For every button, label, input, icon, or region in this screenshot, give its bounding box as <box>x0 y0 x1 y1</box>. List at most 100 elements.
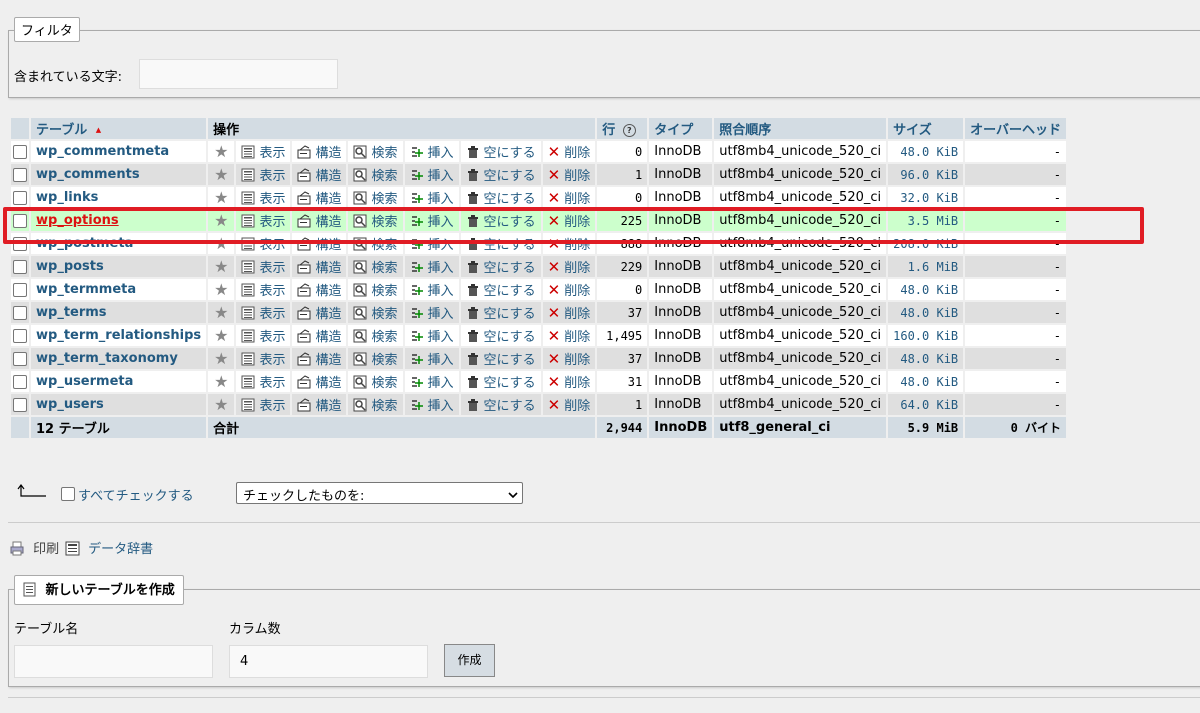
search-action[interactable]: 検索 <box>353 329 398 345</box>
browse-action[interactable]: 表示 <box>241 168 285 184</box>
search-action[interactable]: 検索 <box>353 352 398 368</box>
search-action[interactable]: 検索 <box>353 306 398 322</box>
create-button[interactable]: 作成 <box>444 644 495 677</box>
structure-action[interactable]: 構造 <box>297 168 341 184</box>
table-size[interactable]: 48.0 KiB <box>888 141 964 162</box>
insert-action[interactable]: 挿入 <box>410 284 454 299</box>
row-checkbox[interactable] <box>13 190 27 205</box>
table-name-link[interactable]: wp_users <box>36 397 104 412</box>
drop-action[interactable]: ✕ 削除 <box>548 281 591 299</box>
table-size[interactable]: 48.0 KiB <box>888 279 964 300</box>
drop-action[interactable]: ✕ 削除 <box>548 304 591 322</box>
structure-action[interactable]: 構造 <box>297 329 341 345</box>
empty-action[interactable]: 空にする <box>466 284 536 299</box>
search-action[interactable]: 検索 <box>353 260 398 276</box>
table-row[interactable]: wp_termmeta ★ 表示 構造 検索 挿入 空にする ✕ 削除 0 InnoDB utf8mb… <box>11 279 1067 300</box>
table-row[interactable]: wp_comments ★ 表示 構造 検索 挿入 空にする ✕ 削除 1 InnoDB utf8mb… <box>11 164 1067 185</box>
search-action[interactable]: 検索 <box>353 191 398 207</box>
help-icon[interactable]: ? <box>622 124 636 137</box>
empty-action[interactable]: 空にする <box>466 261 536 276</box>
structure-action[interactable]: 構造 <box>297 352 341 368</box>
table-name-link[interactable]: wp_terms <box>36 305 107 320</box>
table-name-link[interactable]: wp_termmeta <box>36 282 136 297</box>
insert-action[interactable]: 挿入 <box>410 146 454 161</box>
browse-action[interactable]: 表示 <box>241 375 285 391</box>
table-name-link[interactable]: wp_term_relationships <box>36 328 201 343</box>
row-checkbox[interactable] <box>13 282 27 297</box>
table-name-link[interactable]: wp_posts <box>36 259 104 274</box>
table-row[interactable]: wp_posts ★ 表示 構造 検索 挿入 空にする ✕ 削除 229 InnoDB utf8mb4… <box>11 256 1067 277</box>
table-size[interactable]: 48.0 KiB <box>888 371 964 392</box>
table-row[interactable]: wp_term_relationships ★ 表示 構造 検索 挿入 空にする ✕ 削除 1,4… <box>11 325 1067 346</box>
table-size[interactable]: 64.0 KiB <box>888 394 964 415</box>
structure-action[interactable]: 構造 <box>297 145 341 161</box>
table-size[interactable]: 1.6 MiB <box>888 256 964 277</box>
table-row[interactable]: wp_commentmeta ★ 表示 構造 検索 挿入 空にする ✕ 削除 0 InnoDB utf… <box>11 141 1067 162</box>
table-row[interactable]: wp_term_taxonomy ★ 表示 構造 検索 挿入 空にする ✕ 削除 37 InnoDB… <box>11 348 1067 369</box>
drop-action[interactable]: ✕ 削除 <box>548 373 591 391</box>
row-checkbox[interactable] <box>13 397 27 412</box>
drop-action[interactable]: ✕ 削除 <box>548 350 591 368</box>
table-name-link[interactable]: wp_commentmeta <box>36 144 169 159</box>
table-row[interactable]: wp_usermeta ★ 表示 構造 検索 挿入 空にする ✕ 削除 31 InnoDB utf8m… <box>11 371 1067 392</box>
empty-action[interactable]: 空にする <box>466 376 536 391</box>
row-checkbox[interactable] <box>13 351 27 366</box>
table-size[interactable]: 32.0 KiB <box>888 187 964 208</box>
favorite-star-icon[interactable]: ★ <box>214 349 228 368</box>
column-count-input[interactable]: 4 <box>229 645 428 678</box>
search-action[interactable]: 検索 <box>353 375 398 391</box>
favorite-star-icon[interactable]: ★ <box>214 395 228 414</box>
empty-action[interactable]: 空にする <box>466 307 536 322</box>
favorite-star-icon[interactable]: ★ <box>214 372 228 391</box>
table-size[interactable]: 96.0 KiB <box>888 164 964 185</box>
table-row[interactable]: wp_terms ★ 表示 構造 検索 挿入 空にする ✕ 削除 37 InnoDB utf8mb4_… <box>11 302 1067 323</box>
favorite-star-icon[interactable]: ★ <box>214 188 228 207</box>
empty-action[interactable]: 空にする <box>466 353 536 368</box>
data-dict-link[interactable]: データ辞書 <box>65 538 153 560</box>
row-checkbox[interactable] <box>13 167 27 182</box>
header-table[interactable]: テーブル ▲ <box>31 118 207 139</box>
empty-action[interactable]: 空にする <box>466 192 536 207</box>
row-checkbox[interactable] <box>13 305 27 320</box>
favorite-star-icon[interactable]: ★ <box>214 142 228 161</box>
drop-action[interactable]: ✕ 削除 <box>548 327 591 345</box>
search-action[interactable]: 検索 <box>353 398 398 414</box>
browse-action[interactable]: 表示 <box>241 145 285 161</box>
structure-action[interactable]: 構造 <box>297 306 341 322</box>
structure-action[interactable]: 構造 <box>297 283 341 299</box>
table-size[interactable]: 48.0 KiB <box>888 302 964 323</box>
table-size[interactable]: 48.0 KiB <box>888 348 964 369</box>
favorite-star-icon[interactable]: ★ <box>214 165 228 184</box>
table-name-link[interactable]: wp_links <box>36 190 98 205</box>
browse-action[interactable]: 表示 <box>241 260 285 276</box>
print-link[interactable]: 印刷 <box>10 538 59 560</box>
insert-action[interactable]: 挿入 <box>410 261 454 276</box>
row-checkbox[interactable] <box>13 144 27 159</box>
insert-action[interactable]: 挿入 <box>410 399 454 414</box>
search-action[interactable]: 検索 <box>353 168 398 184</box>
drop-action[interactable]: ✕ 削除 <box>548 396 591 414</box>
empty-action[interactable]: 空にする <box>466 169 536 184</box>
drop-action[interactable]: ✕ 削除 <box>548 143 591 161</box>
header-type[interactable]: タイプ <box>649 118 713 139</box>
header-collation[interactable]: 照合順序 <box>714 118 887 139</box>
table-name-input[interactable] <box>14 645 213 678</box>
table-name-link[interactable]: wp_comments <box>36 167 140 182</box>
header-rows[interactable]: 行 ? <box>597 118 648 139</box>
table-size[interactable]: 160.0 KiB <box>888 325 964 346</box>
browse-action[interactable]: 表示 <box>241 306 285 322</box>
empty-action[interactable]: 空にする <box>466 399 536 414</box>
favorite-star-icon[interactable]: ★ <box>214 257 228 276</box>
browse-action[interactable]: 表示 <box>241 352 285 368</box>
browse-action[interactable]: 表示 <box>241 329 285 345</box>
insert-action[interactable]: 挿入 <box>410 307 454 322</box>
drop-action[interactable]: ✕ 削除 <box>548 189 591 207</box>
structure-action[interactable]: 構造 <box>297 191 341 207</box>
structure-action[interactable]: 構造 <box>297 260 341 276</box>
search-action[interactable]: 検索 <box>353 283 398 299</box>
browse-action[interactable]: 表示 <box>241 191 285 207</box>
insert-action[interactable]: 挿入 <box>410 376 454 391</box>
browse-action[interactable]: 表示 <box>241 283 285 299</box>
drop-action[interactable]: ✕ 削除 <box>548 258 591 276</box>
row-checkbox[interactable] <box>13 259 27 274</box>
